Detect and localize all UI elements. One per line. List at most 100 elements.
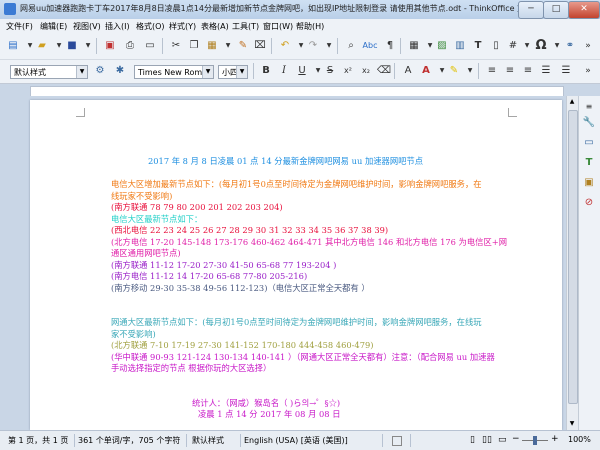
insert-image-icon[interactable]: ▨	[434, 38, 450, 54]
paste-dropdown-icon[interactable]: ▼	[220, 38, 236, 54]
clear-formatting-icon[interactable]: ⌧	[252, 38, 268, 54]
menu-help[interactable]: 帮助(H)	[296, 21, 324, 32]
menu-table[interactable]: 表格(A)	[201, 21, 229, 32]
subscript-icon[interactable]: x₂	[358, 63, 374, 79]
maximize-button[interactable]: □	[543, 1, 569, 19]
save-dropdown-icon[interactable]: ▼	[80, 38, 96, 54]
print-icon[interactable]: ⎙	[122, 38, 138, 54]
toolbar-separator	[394, 63, 395, 79]
shadow-icon[interactable]: A	[400, 63, 416, 79]
page-count[interactable]: 第 1 页，共 1 页	[8, 435, 68, 446]
page-icon[interactable]: ▭	[582, 136, 596, 150]
spelling-icon[interactable]: Abc	[362, 38, 378, 54]
highlight-icon[interactable]: ✎	[446, 63, 462, 79]
scrollbar-thumb[interactable]	[568, 110, 578, 404]
formatting-toolbar: 默认样式 ▼ ⚙ ✱ Times New Roma ▼ 小四 ▼ B I U ▼…	[0, 60, 600, 84]
selection-mode-icon[interactable]	[392, 436, 402, 446]
toolbar-overflow-icon[interactable]: »	[580, 63, 596, 79]
status-separator	[410, 434, 411, 447]
clone-formatting-icon[interactable]: ✎	[235, 38, 251, 54]
formatting-marks-icon[interactable]: ¶	[382, 38, 398, 54]
chevron-down-icon[interactable]: ▼	[76, 66, 87, 78]
scroll-down-icon[interactable]: ▼	[567, 419, 577, 429]
zoom-level[interactable]: 100%	[568, 435, 591, 444]
toolbar-separator	[253, 63, 254, 79]
toolbar-separator	[478, 63, 479, 79]
hyperlink-icon[interactable]: ⚭	[562, 38, 578, 54]
align-right-icon[interactable]: ≡	[520, 63, 536, 79]
gallery-icon[interactable]: ▣	[582, 176, 596, 190]
undo-icon[interactable]: ↶	[277, 38, 293, 54]
align-left-icon[interactable]: ≡	[484, 63, 500, 79]
insert-chart-icon[interactable]: ▥	[452, 38, 468, 54]
save-icon[interactable]: ■	[64, 38, 80, 54]
special-character-icon[interactable]: Ω	[533, 38, 549, 54]
sidebar-menu-icon[interactable]: ≡	[582, 100, 596, 114]
navigator-icon[interactable]: ⊘	[582, 196, 596, 210]
toolbar-separator	[162, 38, 163, 54]
paragraph-style-select[interactable]: 默认样式 ▼	[10, 65, 88, 79]
italic-icon[interactable]: I	[276, 63, 292, 79]
single-page-view-icon[interactable]: ▯	[470, 435, 475, 445]
align-center-icon[interactable]: ≡	[502, 63, 518, 79]
styles-icon[interactable]: T	[582, 156, 596, 170]
new-style-icon[interactable]: ✱	[112, 63, 128, 79]
menu-file[interactable]: 文件(F)	[6, 21, 33, 32]
document-page[interactable]: 2017 年 8 月 8 日凌晨 01 点 14 分最新金牌网吧网易 uu 加速…	[30, 100, 562, 430]
chevron-down-icon[interactable]: ▼	[236, 66, 247, 78]
properties-icon[interactable]: 🔧	[582, 116, 596, 130]
redo-icon[interactable]: ↷	[305, 38, 321, 54]
menu-insert[interactable]: 插入(I)	[105, 21, 130, 32]
toolbar-overflow-icon[interactable]: »	[580, 38, 596, 54]
multi-page-view-icon[interactable]: ▯▯	[482, 435, 492, 445]
font-color-icon[interactable]: A	[418, 63, 434, 79]
zoom-in-icon[interactable]: +	[551, 434, 559, 444]
book-view-icon[interactable]: ▭	[498, 435, 507, 445]
menu-edit[interactable]: 编辑(E)	[40, 21, 67, 32]
font-name-select[interactable]: Times New Roma ▼	[134, 65, 214, 79]
clear-direct-formatting-icon[interactable]: ⌫	[376, 63, 392, 79]
page-style[interactable]: 默认样式	[192, 435, 224, 446]
new-document-icon[interactable]: ▤	[5, 38, 21, 54]
superscript-icon[interactable]: x²	[340, 63, 356, 79]
zoom-slider-handle[interactable]	[533, 436, 537, 445]
toolbar-separator	[337, 38, 338, 54]
cut-icon[interactable]: ✂	[168, 38, 184, 54]
open-folder-icon[interactable]: ▰	[34, 38, 50, 54]
underline-icon[interactable]: U	[294, 63, 310, 79]
update-style-icon[interactable]: ⚙	[92, 63, 108, 79]
strikethrough-icon[interactable]: S	[322, 63, 338, 79]
zoom-out-icon[interactable]: −	[512, 434, 520, 444]
menu-window[interactable]: 窗口(W)	[263, 21, 293, 32]
toolbar-separator	[400, 38, 401, 54]
menu-bar: 文件(F) 编辑(E) 视图(V) 插入(I) 格式(O) 样式(Y) 表格(A…	[0, 19, 600, 34]
language-status[interactable]: English (USA) [英语 (美国)]	[244, 435, 348, 446]
document-line: (南方联通 11-12 17-20 27-30 41-50 65-68 77 1…	[111, 259, 337, 270]
font-size-select[interactable]: 小四 ▼	[218, 65, 248, 79]
menu-format[interactable]: 格式(O)	[136, 21, 165, 32]
find-replace-icon[interactable]: ⌕	[343, 38, 359, 54]
highlight-dropdown-icon[interactable]: ▼	[462, 63, 478, 79]
insert-table-icon[interactable]: ▦	[406, 38, 422, 54]
paragraph-style-value: 默认样式	[14, 68, 46, 77]
print-preview-icon[interactable]: ▭	[142, 38, 158, 54]
minimize-button[interactable]: ─	[518, 1, 544, 19]
word-count[interactable]: 361 个单词/字，705 个字符	[78, 435, 180, 446]
menu-styles[interactable]: 样式(Y)	[169, 21, 196, 32]
insert-textbox-icon[interactable]: T	[470, 38, 486, 54]
export-pdf-icon[interactable]: ▣	[102, 38, 118, 54]
page-break-icon[interactable]: ▯	[488, 38, 504, 54]
menu-view[interactable]: 视图(V)	[73, 21, 101, 32]
status-bar: 第 1 页，共 1 页 361 个单词/字，705 个字符 默认样式 Engli…	[0, 430, 600, 450]
scroll-up-icon[interactable]: ▲	[567, 97, 577, 107]
copy-icon[interactable]: ❐	[186, 38, 202, 54]
status-separator	[186, 434, 187, 447]
line-spacing-icon[interactable]: ☰	[558, 63, 574, 79]
redo-dropdown-icon[interactable]: ▼	[321, 38, 337, 54]
paste-icon[interactable]: ▦	[204, 38, 220, 54]
bold-icon[interactable]: B	[258, 63, 274, 79]
menu-tools[interactable]: 工具(T)	[232, 21, 259, 32]
chevron-down-icon[interactable]: ▼	[202, 66, 213, 78]
close-button[interactable]: ✕	[568, 1, 600, 19]
justify-icon[interactable]: ☰	[538, 63, 554, 79]
